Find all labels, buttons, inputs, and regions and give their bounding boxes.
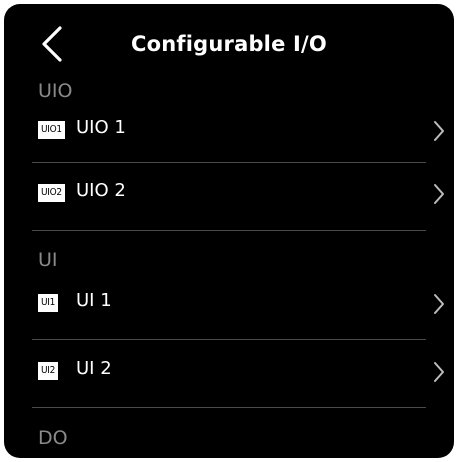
list-item-label: UIO 1: [76, 117, 126, 138]
configurable-io-screen: Configurable I/O UIO UIO1 UIO 1 UIO2 UIO…: [4, 4, 454, 458]
list-item-label: UIO 2: [76, 180, 126, 201]
chevron-right-icon: [434, 362, 444, 382]
section-heading-uio: UIO: [38, 80, 73, 102]
list-item-label: UI 1: [76, 290, 112, 311]
list-item-ui-1[interactable]: UI1 UI 1: [32, 274, 454, 340]
list-item-uio-1[interactable]: UIO1 UIO 1: [32, 101, 454, 167]
chevron-right-icon: [434, 121, 444, 141]
divider: [32, 162, 426, 163]
uio2-tag: UIO2: [38, 184, 65, 202]
header: Configurable I/O: [4, 18, 454, 82]
divider: [32, 407, 426, 408]
ui1-tag: UI1: [38, 294, 59, 312]
list-item-label: UI 2: [76, 358, 112, 379]
list-item-ui-2[interactable]: UI2 UI 2: [32, 342, 454, 408]
divider: [32, 339, 426, 340]
chevron-right-icon: [434, 294, 444, 314]
uio1-tag: UIO1: [38, 121, 65, 139]
ui2-tag: UI2: [38, 362, 59, 380]
section-heading-ui: UI: [38, 249, 58, 271]
page-title: Configurable I/O: [131, 32, 327, 56]
chevron-right-icon: [434, 184, 444, 204]
list-item-uio-2[interactable]: UIO2 UIO 2: [32, 164, 454, 230]
divider: [32, 230, 426, 231]
section-heading-do: DO: [38, 427, 68, 449]
